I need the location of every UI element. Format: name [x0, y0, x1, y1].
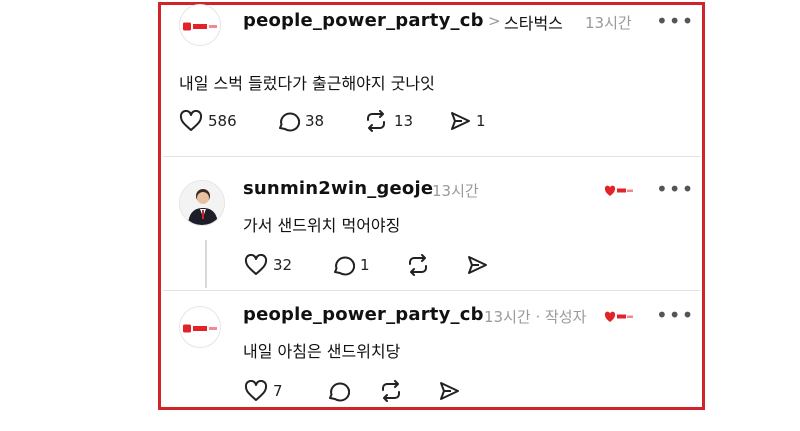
comment-icon: [334, 256, 355, 276]
reply2-comment-button[interactable]: [326, 380, 350, 402]
comment-icon: [329, 382, 350, 402]
share-icon: [451, 112, 470, 130]
post-repost-button[interactable]: 13: [363, 110, 413, 132]
reply2-more-icon[interactable]: •••: [656, 303, 694, 327]
highlight-frame: [158, 2, 705, 410]
reply1-share-button[interactable]: [466, 254, 488, 276]
post-divider: [163, 156, 700, 157]
author-liked-heart-icon: [604, 311, 633, 322]
share-icon: [468, 256, 487, 274]
reply2-time: 13시간 · 작성자: [484, 308, 587, 326]
person-photo-icon: [180, 181, 224, 225]
author-liked-heart-icon: [604, 185, 633, 196]
reply2-username[interactable]: people_power_party_cb: [243, 304, 484, 325]
thread-line: [205, 240, 207, 288]
avatar-people-power-party[interactable]: [179, 4, 221, 46]
comment-icon: [279, 112, 300, 132]
repost-icon: [382, 380, 400, 402]
reply-divider: [163, 290, 700, 291]
post-comment-count: 38: [305, 112, 325, 130]
post-username[interactable]: people_power_party_cb: [243, 10, 484, 31]
share-icon: [440, 382, 459, 400]
post-share-count: 1: [476, 112, 486, 130]
reply1-more-icon[interactable]: •••: [656, 177, 694, 201]
reply1-comment-count: 1: [360, 256, 370, 274]
avatar-sunmin2win[interactable]: [179, 180, 225, 226]
party-logo-icon: [183, 324, 217, 333]
post-share-button[interactable]: 1: [449, 110, 486, 132]
post-like-button[interactable]: 586: [179, 110, 237, 132]
reply2-text: 내일 아침은 샌드위치당: [243, 342, 401, 361]
reply2-like-button[interactable]: 7: [244, 380, 283, 402]
post-time: 13시간: [585, 14, 632, 32]
reply1-time: 13시간: [432, 182, 479, 200]
reply1-like-count: 32: [273, 256, 293, 274]
post-like-count: 586: [208, 112, 237, 130]
reply1-repost-button[interactable]: [405, 254, 431, 276]
post-more-icon[interactable]: •••: [656, 9, 694, 33]
repost-icon: [367, 110, 385, 132]
heart-icon: [244, 254, 268, 275]
topic-separator: >: [488, 12, 501, 30]
post-repost-count: 13: [394, 112, 414, 130]
post-topic[interactable]: 스타벅스: [504, 10, 563, 34]
reply1-username[interactable]: sunmin2win_geoje: [243, 178, 433, 199]
reply2-share-button[interactable]: [438, 380, 460, 402]
repost-icon: [409, 254, 427, 276]
reply1-text: 가서 샌드위치 먹어야징: [243, 216, 401, 235]
reply1-comment-button[interactable]: 1: [331, 254, 370, 276]
party-logo-icon: [183, 22, 217, 31]
post-comment-button[interactable]: 38: [276, 110, 324, 132]
post-text: 내일 스벅 들렀다가 출근해야지 굿나잇: [179, 74, 435, 93]
reply2-like-count: 7: [273, 382, 283, 400]
reply1-like-button[interactable]: 32: [244, 254, 292, 276]
heart-icon: [179, 110, 203, 131]
reply2-repost-button[interactable]: [378, 380, 404, 402]
heart-icon: [244, 380, 268, 401]
avatar-people-power-party-reply[interactable]: [179, 306, 221, 348]
